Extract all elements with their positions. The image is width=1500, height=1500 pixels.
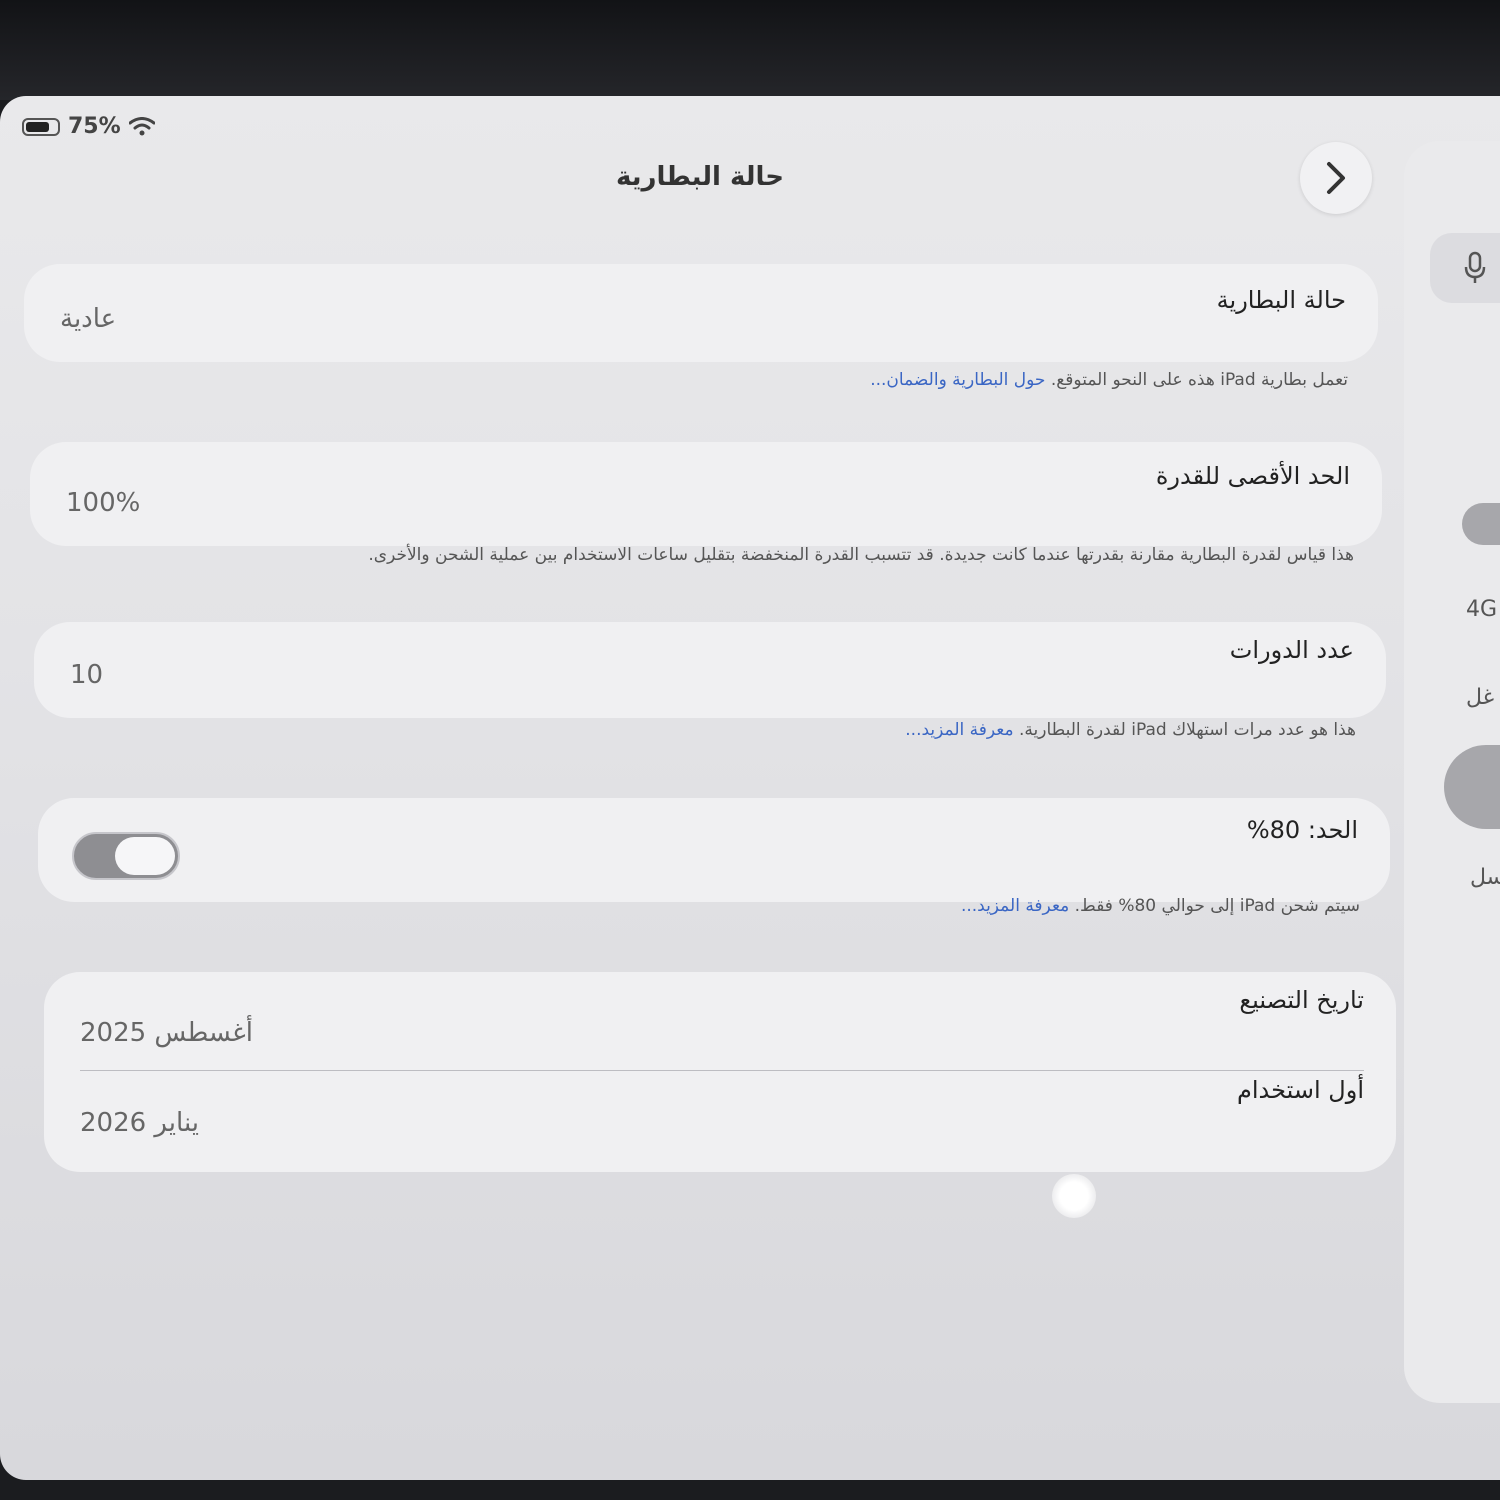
first-use-label: أول استخدام <box>1237 1076 1364 1104</box>
max-capacity-value: 100% <box>66 488 141 518</box>
side-label-a: غل <box>1466 685 1495 710</box>
charge-limit-card: الحد: 80% <box>38 798 1390 902</box>
microphone-icon <box>1464 251 1486 283</box>
back-button[interactable] <box>1300 142 1372 214</box>
mic-button[interactable] <box>1430 233 1500 303</box>
cycle-count-label: عدد الدورات <box>1229 636 1354 664</box>
charge-learn-more-link[interactable]: معرفة المزيد... <box>961 896 1069 916</box>
side-panel: 4G غل سل <box>1404 141 1500 1403</box>
battery-percent: 75% <box>68 114 121 139</box>
max-capacity-card: الحد الأقصى للقدرة 100% <box>30 442 1382 546</box>
charge-limit-footnote: سيتم شحن iPad إلى حوالي 80% فقط. معرفة ا… <box>960 896 1360 916</box>
page-title: حالة البطارية <box>616 162 784 192</box>
cycle-learn-more-link[interactable]: معرفة المزيد... <box>905 720 1013 740</box>
battery-icon <box>22 117 60 136</box>
first-use-value: يناير 2026 <box>80 1108 200 1138</box>
settings-screen: 75% حالة البطارية حالة البطارية عادية تع… <box>0 96 1500 1480</box>
cycle-count-footnote: هذا هو عدد مرات استهلاك iPad لقدرة البطا… <box>905 720 1356 740</box>
wifi-icon <box>128 116 155 135</box>
light-glare <box>1052 1174 1096 1218</box>
manufacture-label: تاريخ التصنيع <box>1239 986 1364 1014</box>
max-capacity-label: الحد الأقصى للقدرة <box>1155 462 1350 490</box>
dates-card: تاريخ التصنيع أغسطس 2025 أول استخدام ينا… <box>44 972 1396 1172</box>
side-4g-label: 4G <box>1466 597 1498 622</box>
charge-limit-label: الحد: 80% <box>1246 816 1358 844</box>
battery-health-card: حالة البطارية عادية <box>24 264 1378 362</box>
side-label-b: سل <box>1470 865 1500 890</box>
toggle-knob <box>115 837 175 875</box>
cycle-count-value: 10 <box>70 660 104 690</box>
side-toggle-2[interactable] <box>1444 745 1500 829</box>
battery-health-footnote: تعمل بطارية iPad هذه على النحو المتوقع. … <box>870 370 1348 390</box>
first-use-row: أول استخدام يناير 2026 <box>44 1072 1396 1162</box>
battery-warranty-link[interactable]: حول البطارية والضمان... <box>870 370 1045 390</box>
battery-health-label: حالة البطارية <box>1216 286 1346 314</box>
charge-limit-toggle[interactable] <box>72 832 180 880</box>
status-bar: 75% <box>22 114 155 139</box>
chevron-right-icon <box>1327 162 1345 194</box>
device-bezel <box>0 0 1500 100</box>
manufacture-row: تاريخ التصنيع أغسطس 2025 <box>44 972 1396 1062</box>
battery-health-value: عادية <box>60 304 117 334</box>
manufacture-value: أغسطس 2025 <box>80 1018 253 1048</box>
max-capacity-footnote: هذا قياس لقدرة البطارية مقارنة بقدرتها ع… <box>368 545 1354 565</box>
dates-divider <box>80 1070 1364 1071</box>
side-toggle-1[interactable] <box>1462 503 1500 545</box>
cycle-count-card: عدد الدورات 10 <box>34 622 1386 718</box>
